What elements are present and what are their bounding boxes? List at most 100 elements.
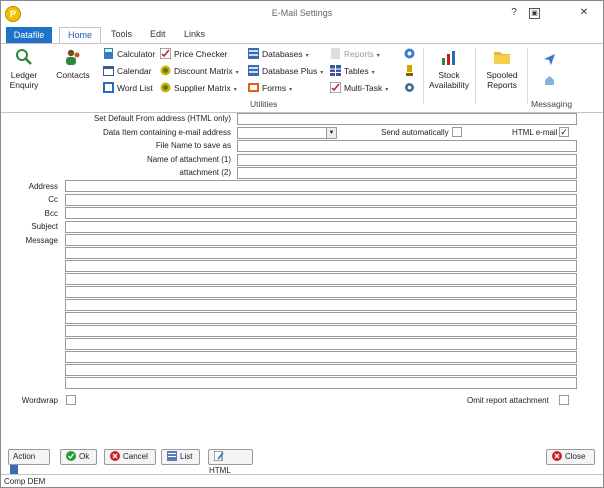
tab-home[interactable]: Home [59,27,102,44]
sql-button[interactable] [404,47,418,61]
html-button[interactable]: HTML [208,449,253,475]
omit-report-checkbox[interactable] [559,395,569,405]
bcc-input[interactable] [65,207,577,219]
message-line[interactable] [65,299,577,311]
ribbon-tabs: Datafile Home Tools Edit Links [1,25,603,44]
send-automatically-label: Send automatically [381,128,449,137]
chevron-down-icon[interactable]: ▼ [326,128,336,138]
address-label: Address [28,182,58,191]
subject-input[interactable] [65,221,577,233]
ribbon-separator [423,48,424,104]
calculator-button[interactable]: Calculator [103,47,155,61]
calendar-button[interactable]: Calendar [103,64,152,78]
attachment1-label: Name of attachment (1) [146,155,231,164]
ribbon-separator [475,48,476,104]
spooled-reports-label: Spooled Reports [486,70,518,90]
address-input[interactable] [65,180,577,192]
ok-button[interactable]: Ok [60,449,97,465]
trophy-icon [406,65,413,76]
ledger-enquiry-label: Ledger Enquiry [9,70,39,90]
omit-report-label: Omit report attachment [467,396,549,405]
message-label: Message [25,236,58,245]
message-line[interactable] [65,364,577,376]
default-from-input[interactable] [237,113,577,125]
message-line[interactable] [65,286,577,298]
supplier-matrix-button[interactable]: Supplier Matrix ▾ [160,81,237,95]
forms-button[interactable]: Forms ▾ [248,81,292,95]
tables-label: Tables [344,66,369,76]
tab-tools[interactable]: Tools [111,27,132,42]
mailbox-button[interactable] [544,74,558,88]
price-checker-button[interactable]: Price Checker [160,47,227,61]
list-label: List [180,452,193,461]
tab-datafile[interactable]: Datafile [6,27,52,43]
message-line[interactable] [65,351,577,363]
stock-availability-button[interactable]: Stock Availability [427,48,471,90]
html-email-label: HTML e-mail [512,128,558,137]
reports-icon [331,48,340,59]
cancel-button[interactable]: Cancel [104,449,156,465]
settings-button[interactable] [404,81,418,95]
message-line[interactable] [65,273,577,285]
tables-chevron-icon: ▾ [371,70,375,76]
spooled-reports-button[interactable]: Spooled Reports [481,48,523,90]
word-list-label: Word List [117,83,153,93]
default-from-label: Set Default From address (HTML only) [93,114,231,123]
close-button[interactable]: Close [546,449,595,465]
message-line[interactable] [65,234,577,246]
ribbon: Ledger Enquiry Contacts Calculator Calen… [1,43,603,113]
tables-button[interactable]: Tables ▾ [330,64,375,78]
checklist-icon [330,82,341,93]
forms-label: Forms [262,83,287,93]
database-plus-button[interactable]: Database Plus ▾ [248,64,323,78]
list-button[interactable]: List [161,449,200,465]
databases-button[interactable]: Databases ▾ [248,47,309,61]
file-name-input[interactable] [237,140,577,152]
ledger-enquiry-button[interactable]: Ledger Enquiry [7,48,41,90]
wordwrap-checkbox[interactable] [66,395,76,405]
forms-chevron-icon: ▾ [289,87,293,93]
calendar-label: Calendar [117,66,152,76]
message-line[interactable] [65,260,577,272]
database-plus-chevron-icon: ▾ [320,70,324,76]
reports-button[interactable]: Reports ▾ [330,47,380,61]
message-line[interactable] [65,312,577,324]
close-icon[interactable]: ✕ [577,6,591,20]
bcc-label: Bcc [44,209,58,218]
tab-edit[interactable]: Edit [150,27,166,42]
attachment1-input[interactable] [237,154,577,166]
help-icon[interactable]: ? [507,6,521,20]
forms-icon [248,83,259,92]
attachment2-input[interactable] [237,167,577,179]
action-button[interactable]: Action [8,449,50,475]
restore-icon[interactable]: ▣ [529,8,540,19]
message-line[interactable] [65,247,577,259]
discount-matrix-chevron-icon: ▾ [235,70,239,76]
discount-matrix-button[interactable]: Discount Matrix ▾ [160,64,239,78]
check-circle-icon [66,451,76,461]
cc-input[interactable] [65,194,577,206]
contacts-button[interactable]: Contacts [53,48,93,80]
tab-links[interactable]: Links [184,27,205,42]
data-item-select[interactable]: ▼ [237,127,337,139]
checklist-icon [160,48,171,59]
calculator-icon [104,48,113,59]
message-line[interactable] [65,377,577,389]
table-icon [330,65,341,76]
multi-task-button[interactable]: Multi-Task ▾ [330,81,388,95]
coins-icon [160,82,171,93]
message-line[interactable] [65,325,577,337]
send-message-button[interactable] [544,53,558,67]
utilities-group-label: Utilities [250,99,278,109]
send-automatically-checkbox[interactable] [452,127,462,137]
trophy-button[interactable] [404,64,418,78]
email-settings-window: P E-Mail Settings ? ▣ ✕ Datafile Home To… [0,0,604,488]
html-email-checkbox[interactable]: ✓ [559,127,569,137]
message-line[interactable] [65,338,577,350]
calendar-icon [103,66,114,76]
gear-icon [405,83,414,92]
word-list-button[interactable]: Word List [103,81,153,95]
database-icon [248,48,259,59]
subject-label: Subject [31,222,58,231]
data-item-label: Data Item containing e-mail address [102,128,231,137]
